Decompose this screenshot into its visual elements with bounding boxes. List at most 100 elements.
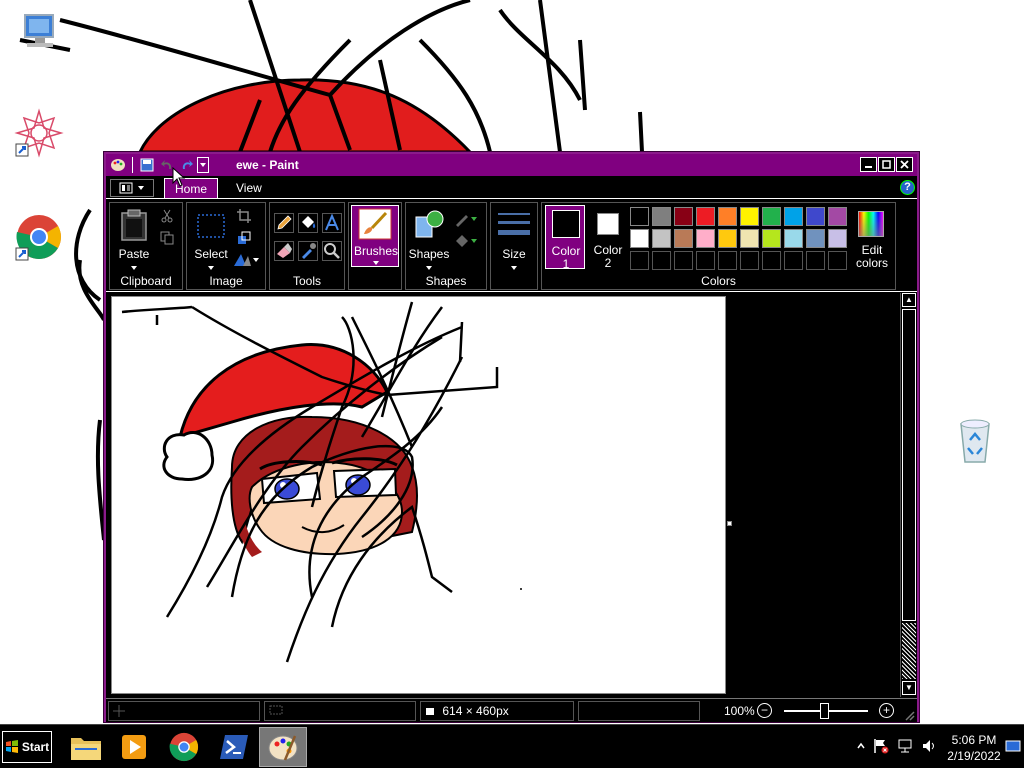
selection-icon xyxy=(269,705,283,715)
canvas-resize-handle[interactable] xyxy=(727,521,732,526)
magnifier-tool[interactable] xyxy=(322,241,342,261)
scroll-down-button[interactable]: ▼ xyxy=(902,681,916,695)
customize-qat-button[interactable] xyxy=(197,157,209,173)
drawing-canvas[interactable] xyxy=(111,296,726,694)
chevron-down-icon xyxy=(208,266,214,270)
scroll-up-button[interactable]: ▲ xyxy=(902,293,916,307)
palette-swatch[interactable] xyxy=(740,207,759,226)
custom-color-slot[interactable] xyxy=(762,251,781,270)
tray-network[interactable] xyxy=(896,737,914,755)
edit-colors-button[interactable]: Edit colors xyxy=(850,205,894,270)
palette-swatch[interactable] xyxy=(828,207,847,226)
tab-view[interactable]: View xyxy=(226,178,272,198)
show-desktop-button[interactable] xyxy=(1004,737,1022,755)
file-menu-button[interactable] xyxy=(110,179,154,197)
custom-color-slot[interactable] xyxy=(696,251,715,270)
scroll-thumb[interactable] xyxy=(902,309,916,621)
clock-date[interactable]: 2/19/2022 xyxy=(942,749,1006,763)
palette-swatch[interactable] xyxy=(718,229,737,248)
paint-palette-icon xyxy=(268,735,298,761)
palette-swatch[interactable] xyxy=(674,229,693,248)
palette-swatch[interactable] xyxy=(630,207,649,226)
zoom-in-button[interactable]: + xyxy=(879,703,894,718)
text-tool[interactable] xyxy=(322,213,342,233)
show-hidden-icons-button[interactable] xyxy=(852,737,870,755)
palette-swatch[interactable] xyxy=(806,207,825,226)
palette-swatch[interactable] xyxy=(762,229,781,248)
canvas-drawing xyxy=(121,301,522,663)
palette-swatch[interactable] xyxy=(718,207,737,226)
paste-label: Paste xyxy=(118,247,150,261)
resize-grip-icon[interactable] xyxy=(903,709,915,721)
title-bar[interactable]: ewe - Paint xyxy=(106,154,917,176)
desktop-icon-chrome[interactable] xyxy=(14,212,64,262)
custom-color-slot[interactable] xyxy=(652,251,671,270)
color-2-button[interactable]: Color 2 xyxy=(588,205,628,270)
palette-swatch[interactable] xyxy=(740,229,759,248)
custom-color-slot[interactable] xyxy=(718,251,737,270)
palette-swatch[interactable] xyxy=(784,207,803,226)
taskbar-file-explorer[interactable] xyxy=(62,727,110,767)
custom-color-slot[interactable] xyxy=(828,251,847,270)
paint-app-icon[interactable] xyxy=(108,156,128,174)
zoom-slider-thumb[interactable] xyxy=(820,703,829,719)
palette-swatch[interactable] xyxy=(674,207,693,226)
tray-volume[interactable] xyxy=(920,737,938,755)
palette-swatch[interactable] xyxy=(828,229,847,248)
desktop-icon-recycle-bin[interactable] xyxy=(950,416,1000,466)
custom-color-slot[interactable] xyxy=(784,251,803,270)
custom-color-slot[interactable] xyxy=(630,251,649,270)
chevron-down-icon xyxy=(200,163,206,167)
start-button[interactable]: Start xyxy=(2,731,52,763)
palette-swatch[interactable] xyxy=(696,229,715,248)
cut-button[interactable] xyxy=(160,209,176,225)
color-1-button[interactable]: Color 1 xyxy=(545,205,585,271)
rotate-button[interactable] xyxy=(233,253,259,269)
taskbar-media-player[interactable] xyxy=(110,727,158,767)
eraser-tool[interactable] xyxy=(274,241,294,261)
palette-swatch[interactable] xyxy=(806,229,825,248)
scissors-icon xyxy=(161,209,173,223)
paste-button[interactable]: Paste xyxy=(114,207,154,273)
taskbar-chrome[interactable] xyxy=(160,727,208,767)
clock-time[interactable]: 5:06 PM xyxy=(946,733,1002,747)
help-button[interactable]: ? xyxy=(900,180,915,195)
powershell-icon xyxy=(220,735,248,759)
color-2-label-line2: 2 xyxy=(604,256,612,270)
custom-color-slot[interactable] xyxy=(806,251,825,270)
fill-button[interactable] xyxy=(454,233,482,251)
select-button[interactable]: Select xyxy=(191,207,231,273)
outline-button[interactable] xyxy=(454,211,482,229)
palette-swatch[interactable] xyxy=(630,229,649,248)
scroll-track[interactable] xyxy=(902,623,916,679)
palette-swatch[interactable] xyxy=(696,207,715,226)
desktop-icon-shortcut-pattern[interactable] xyxy=(14,108,64,158)
palette-swatch[interactable] xyxy=(652,207,671,226)
zoom-out-button[interactable]: − xyxy=(757,703,772,718)
minimize-button[interactable] xyxy=(860,157,877,172)
shapes-group-label: Shapes xyxy=(425,274,467,288)
close-button[interactable] xyxy=(896,157,913,172)
tray-action-center[interactable] xyxy=(872,737,890,755)
crop-button[interactable] xyxy=(237,209,253,225)
palette-swatch[interactable] xyxy=(784,229,803,248)
brushes-button[interactable]: Brushes xyxy=(351,205,399,267)
copy-button[interactable] xyxy=(160,231,176,247)
custom-color-slot[interactable] xyxy=(740,251,759,270)
taskbar-powershell[interactable] xyxy=(210,727,258,767)
shapes-button[interactable]: Shapes xyxy=(408,207,450,271)
taskbar-paint[interactable] xyxy=(259,727,307,767)
palette-swatch[interactable] xyxy=(652,229,671,248)
size-label: Size xyxy=(502,247,526,261)
custom-color-slot[interactable] xyxy=(674,251,693,270)
palette-swatch[interactable] xyxy=(762,207,781,226)
maximize-button[interactable] xyxy=(878,157,895,172)
fill-tool[interactable] xyxy=(298,213,318,233)
save-button[interactable] xyxy=(137,156,157,174)
color-picker-tool[interactable] xyxy=(298,241,318,261)
pencil-tool[interactable] xyxy=(274,213,294,233)
resize-button[interactable] xyxy=(237,231,253,247)
size-button[interactable]: Size xyxy=(493,207,535,271)
desktop-icon-computer[interactable] xyxy=(14,8,64,58)
vertical-scrollbar[interactable]: ▲ ▼ xyxy=(900,293,917,697)
